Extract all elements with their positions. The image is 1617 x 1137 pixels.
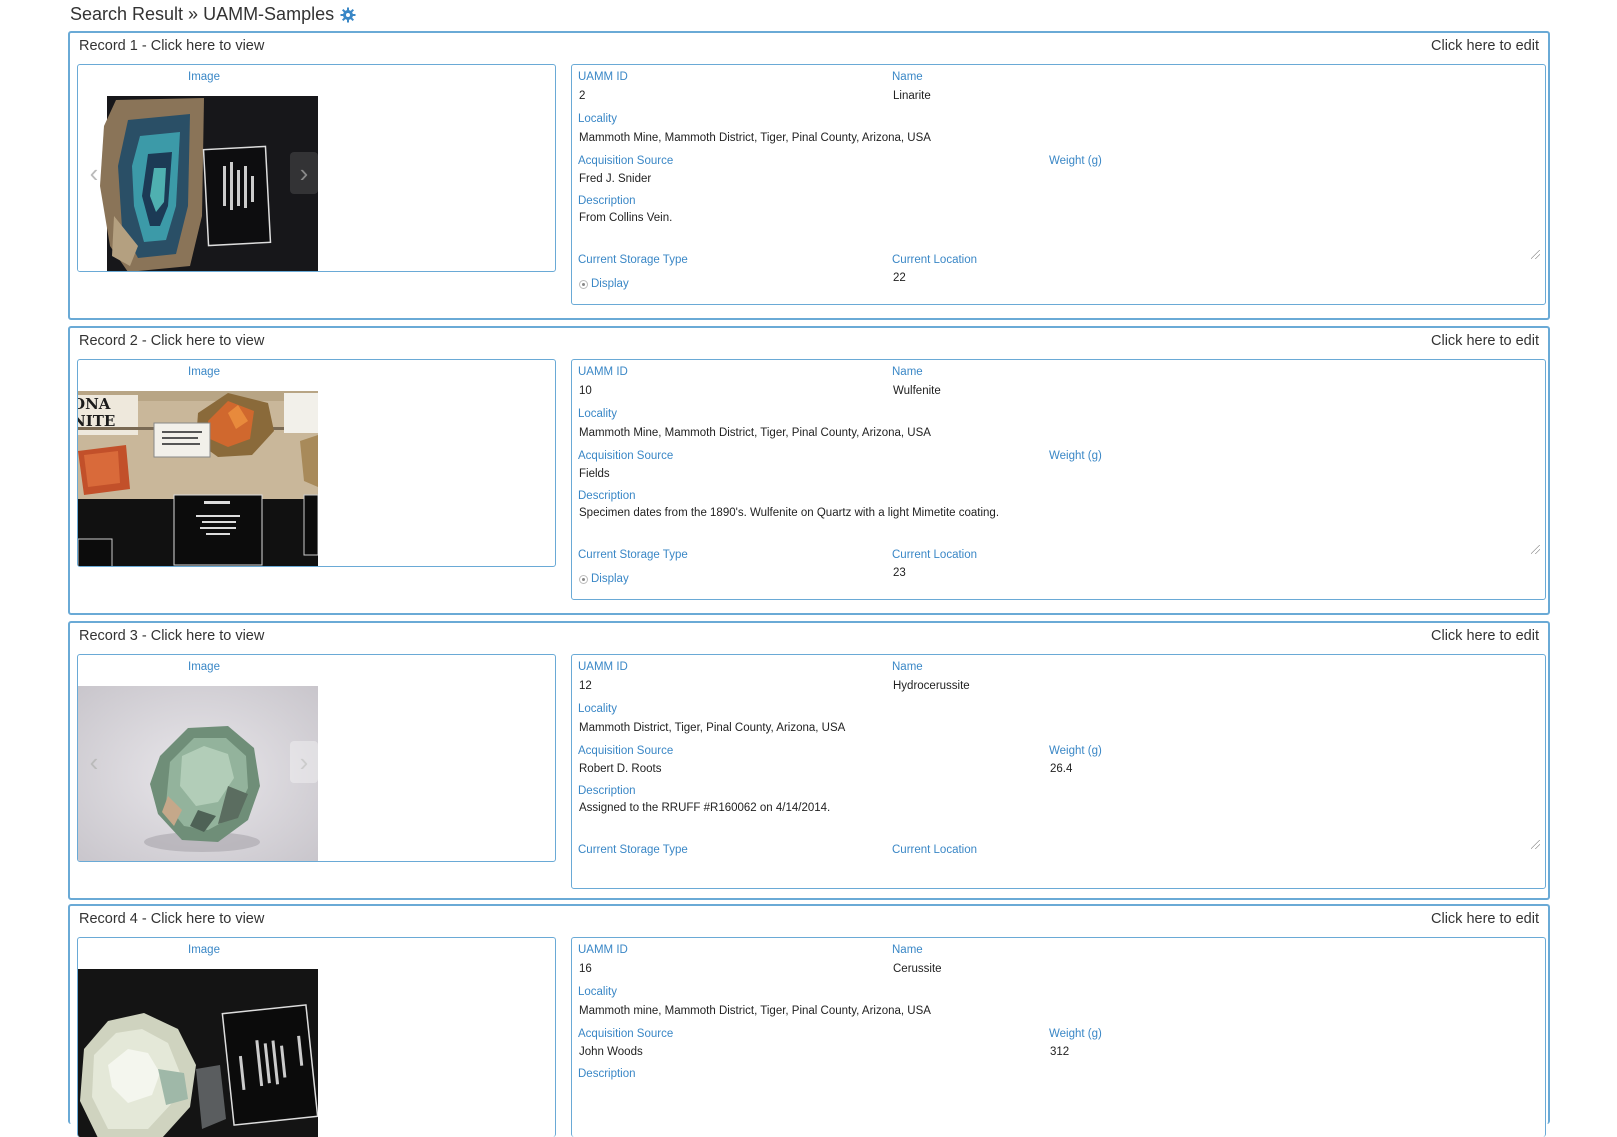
acquisition-source-value: Fields [579, 468, 610, 480]
record-card: Record 1 - Click here to view Click here… [68, 31, 1550, 320]
location-label: Current Location [892, 549, 978, 561]
locality-label: Locality [578, 408, 617, 420]
record-card: Record 3 - Click here to view Click here… [68, 621, 1550, 900]
locality-label: Locality [578, 703, 617, 715]
description-label: Description [578, 195, 636, 207]
record-fields: UAMM ID 12 Name Hydrocerussite Locality … [571, 654, 1546, 889]
gear-icon[interactable] [340, 7, 356, 23]
image-panel: Image ONA NITE [77, 359, 556, 567]
name-value: Hydrocerussite [893, 680, 970, 692]
acquisition-source-value: John Woods [579, 1046, 643, 1058]
record-edit-link[interactable]: Click here to edit [1431, 38, 1539, 54]
weight-label: Weight (g) [1049, 1028, 1102, 1040]
description-textarea[interactable]: Assigned to the RRUFF #R160062 on 4/14/2… [578, 797, 1540, 849]
uamm-id-label: UAMM ID [578, 366, 628, 378]
record-card: Record 2 - Click here to view Click here… [68, 326, 1550, 615]
page-title: Search Result » UAMM-Samples [70, 4, 356, 25]
image-label: Image [188, 71, 220, 83]
record-fields: UAMM ID 2 Name Linarite Locality Mammoth… [571, 64, 1546, 305]
resize-handle[interactable] [1531, 545, 1540, 554]
next-image-button[interactable]: › [290, 741, 318, 783]
prev-image-button[interactable]: ‹ [80, 152, 108, 194]
locality-value: Mammoth District, Tiger, Pinal County, A… [579, 722, 846, 734]
description-value: Specimen dates from the 1890's. Wulfenit… [579, 507, 1000, 519]
image-panel: Image ‹ › [77, 654, 556, 862]
name-label: Name [892, 71, 923, 83]
name-label: Name [892, 366, 923, 378]
resize-handle[interactable] [1531, 840, 1540, 849]
record-view-link[interactable]: Record 3 - Click here to view [79, 628, 264, 644]
description-textarea[interactable]: From Collins Vein. [578, 207, 1540, 259]
locality-value: Mammoth Mine, Mammoth District, Tiger, P… [579, 132, 931, 144]
name-value: Linarite [893, 90, 931, 102]
location-label: Current Location [892, 254, 978, 266]
record-card: Record 4 - Click here to view Click here… [68, 904, 1550, 1137]
locality-value: Mammoth Mine, Mammoth District, Tiger, P… [579, 427, 931, 439]
name-label: Name [892, 661, 923, 673]
storage-type-value: Display [591, 278, 629, 290]
location-label: Current Location [892, 844, 978, 856]
locality-value: Mammoth mine, Mammoth District, Tiger, P… [579, 1005, 931, 1017]
description-label: Description [578, 490, 636, 502]
record-edit-link[interactable]: Click here to edit [1431, 911, 1539, 927]
record-view-link[interactable]: Record 4 - Click here to view [79, 911, 264, 927]
storage-type-radio[interactable] [579, 280, 588, 289]
description-value: Assigned to the RRUFF #R160062 on 4/14/2… [579, 802, 831, 814]
name-label: Name [892, 944, 923, 956]
record-fields: UAMM ID 16 Name Cerussite Locality Mammo… [571, 937, 1546, 1137]
image-label: Image [188, 944, 220, 956]
record-view-link[interactable]: Record 2 - Click here to view [79, 333, 264, 349]
description-label: Description [578, 1068, 636, 1080]
uamm-id-value: 2 [579, 90, 586, 102]
record-edit-link[interactable]: Click here to edit [1431, 628, 1539, 644]
weight-value: 312 [1050, 1046, 1070, 1058]
svg-text:ONA: ONA [78, 395, 111, 413]
record-view-link[interactable]: Record 1 - Click here to view [79, 38, 264, 54]
record-fields: UAMM ID 10 Name Wulfenite Locality Mammo… [571, 359, 1546, 600]
location-value: 23 [893, 567, 906, 579]
image-label: Image [188, 366, 220, 378]
acquisition-source-value: Robert D. Roots [579, 763, 662, 775]
image-label: Image [188, 661, 220, 673]
storage-type-label: Current Storage Type [578, 549, 688, 561]
uamm-id-value: 10 [579, 385, 592, 397]
locality-label: Locality [578, 986, 617, 998]
acquisition-source-label: Acquisition Source [578, 1028, 674, 1040]
acquisition-source-label: Acquisition Source [578, 155, 674, 167]
uamm-id-label: UAMM ID [578, 661, 628, 673]
storage-type-label: Current Storage Type [578, 844, 688, 856]
storage-type-value: Display [591, 573, 629, 585]
name-value: Cerussite [893, 963, 942, 975]
weight-label: Weight (g) [1049, 155, 1102, 167]
image-panel: Image [77, 937, 556, 1137]
specimen-photo [78, 686, 318, 861]
weight-label: Weight (g) [1049, 450, 1102, 462]
weight-value: 26.4 [1050, 763, 1073, 775]
acquisition-source-label: Acquisition Source [578, 450, 674, 462]
uamm-id-label: UAMM ID [578, 944, 628, 956]
next-image-button[interactable]: › [290, 152, 318, 194]
specimen-photo: ONA NITE [78, 391, 318, 566]
specimen-photo [78, 96, 318, 271]
record-edit-link[interactable]: Click here to edit [1431, 333, 1539, 349]
uamm-id-value: 12 [579, 680, 592, 692]
prev-image-button[interactable]: ‹ [80, 741, 108, 783]
page-title-text: Search Result » UAMM-Samples [70, 4, 335, 24]
description-textarea[interactable]: Specimen dates from the 1890's. Wulfenit… [578, 502, 1540, 554]
storage-type-radio[interactable] [579, 575, 588, 584]
description-value: From Collins Vein. [579, 212, 673, 224]
name-value: Wulfenite [893, 385, 941, 397]
weight-label: Weight (g) [1049, 745, 1102, 757]
image-panel: Image ‹ › [77, 64, 556, 272]
acquisition-source-label: Acquisition Source [578, 745, 674, 757]
description-label: Description [578, 785, 636, 797]
locality-label: Locality [578, 113, 617, 125]
acquisition-source-value: Fred J. Snider [579, 173, 652, 185]
uamm-id-label: UAMM ID [578, 71, 628, 83]
location-value: 22 [893, 272, 906, 284]
resize-handle[interactable] [1531, 250, 1540, 259]
uamm-id-value: 16 [579, 963, 592, 975]
storage-type-label: Current Storage Type [578, 254, 688, 266]
